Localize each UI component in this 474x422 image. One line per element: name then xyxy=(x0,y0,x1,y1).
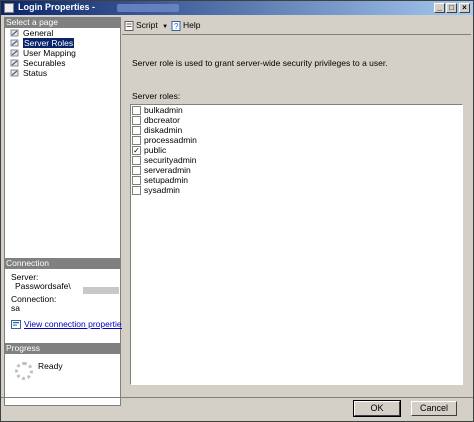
progress-status: Ready xyxy=(38,361,63,371)
chevron-down-icon[interactable]: ▼ xyxy=(162,24,168,30)
page-item-server-roles[interactable]: Server Roles xyxy=(5,38,120,48)
connection-header: Connection xyxy=(4,258,121,269)
help-icon: ? xyxy=(171,20,181,31)
toolbar: Script ▼ ? Help xyxy=(122,17,471,33)
role-checkbox[interactable] xyxy=(132,126,141,135)
help-label: Help xyxy=(183,20,201,30)
progress-header: Progress xyxy=(4,343,121,354)
select-page-header: Select a page xyxy=(4,17,121,28)
role-public[interactable]: ✓ public xyxy=(131,145,462,155)
role-serveradmin[interactable]: serveradmin xyxy=(131,165,462,175)
role-checkbox[interactable] xyxy=(132,176,141,185)
title-bar: Login Properties - _ □ × xyxy=(1,1,473,15)
wrench-icon xyxy=(10,29,19,37)
maximize-button[interactable]: □ xyxy=(446,3,457,13)
connection-value: sa xyxy=(11,303,20,313)
window-icon xyxy=(4,3,14,13)
role-checkbox[interactable] xyxy=(132,106,141,115)
redacted-server-name xyxy=(83,287,119,294)
left-pane: Select a page General Server Roles User … xyxy=(4,17,126,406)
view-connection-properties[interactable]: View connection properties xyxy=(11,320,126,330)
page-list: General Server Roles User Mapping Secura… xyxy=(4,28,121,258)
connection-label: Connection: xyxy=(11,294,57,304)
dialog-button-bar: OK Cancel xyxy=(1,397,473,422)
cancel-button[interactable]: Cancel xyxy=(411,401,457,416)
page-item-status[interactable]: Status xyxy=(5,68,120,78)
login-properties-window: Login Properties - _ □ × Select a page G… xyxy=(0,0,474,422)
wrench-icon xyxy=(10,49,19,57)
window-title: Login Properties - xyxy=(18,2,96,12)
page-item-user-mapping[interactable]: User Mapping xyxy=(5,48,120,58)
page-item-securables[interactable]: Securables xyxy=(5,58,120,68)
right-pane: Script ▼ ? Help Server role is used to gr… xyxy=(122,17,471,397)
wrench-icon xyxy=(10,39,19,47)
role-sysadmin[interactable]: sysadmin xyxy=(131,185,462,195)
server-roles-page: Server role is used to grant server-wide… xyxy=(122,34,471,397)
close-button[interactable]: × xyxy=(459,3,470,13)
role-checkbox[interactable] xyxy=(132,156,141,165)
page-item-general[interactable]: General xyxy=(5,28,120,38)
server-roles-list: bulkadmin dbcreator diskadmin processadm… xyxy=(130,104,463,385)
role-bulkadmin[interactable]: bulkadmin xyxy=(131,105,462,115)
redacted-login-name xyxy=(117,4,179,12)
progress-spinner-icon xyxy=(15,362,33,380)
wrench-icon xyxy=(10,59,19,67)
role-setupadmin[interactable]: setupadmin xyxy=(131,175,462,185)
help-button[interactable]: ? Help xyxy=(171,19,200,31)
connection-panel: Server: Passwordsafe\ Connection: sa Vie… xyxy=(4,269,126,343)
role-securityadmin[interactable]: securityadmin xyxy=(131,155,462,165)
role-dbcreator[interactable]: dbcreator xyxy=(131,115,462,125)
role-checkbox[interactable] xyxy=(132,136,141,145)
view-connection-properties-link[interactable]: View connection properties xyxy=(24,319,126,329)
script-label: Script xyxy=(136,20,158,30)
ok-button[interactable]: OK xyxy=(353,400,401,417)
script-icon xyxy=(124,20,134,31)
page-description: Server role is used to grant server-wide… xyxy=(132,58,388,68)
server-roles-label: Server roles: xyxy=(132,91,181,101)
role-checkbox[interactable] xyxy=(132,166,141,175)
role-checkbox-checked[interactable]: ✓ xyxy=(132,146,141,155)
wrench-icon xyxy=(10,69,19,77)
role-checkbox[interactable] xyxy=(132,186,141,195)
role-checkbox[interactable] xyxy=(132,116,141,125)
minimize-button[interactable]: _ xyxy=(434,3,445,13)
role-processadmin[interactable]: processadmin xyxy=(131,135,462,145)
role-diskadmin[interactable]: diskadmin xyxy=(131,125,462,135)
properties-icon xyxy=(11,320,21,330)
script-button[interactable]: Script ▼ xyxy=(124,19,168,31)
svg-text:?: ? xyxy=(174,22,179,31)
